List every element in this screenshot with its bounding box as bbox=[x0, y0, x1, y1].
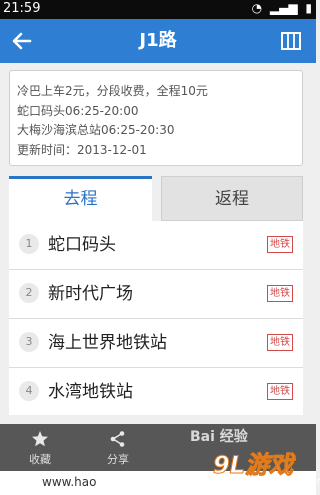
stop-row[interactable]: 3 海上世界地铁站 地铁 bbox=[9, 319, 303, 368]
status-time: 21:59 bbox=[3, 1, 41, 16]
wifi-icon: ◔ bbox=[251, 1, 263, 15]
direction-tabs: 去程 返程 bbox=[9, 176, 303, 221]
metro-badge: 地铁 bbox=[267, 383, 293, 400]
stop-name: 蛇口码头 bbox=[48, 235, 116, 255]
stop-list: 1 蛇口码头 地铁 2 新时代广场 地铁 3 海上世界地铁站 地铁 4 水湾地铁… bbox=[9, 221, 303, 415]
stop-number: 4 bbox=[19, 381, 39, 401]
stop-row[interactable]: 2 新时代广场 地铁 bbox=[9, 270, 303, 319]
status-icons: ◔ ▂▄▆ ▮ bbox=[248, 1, 312, 15]
signal-icon: ▂▄▆ bbox=[269, 1, 298, 15]
share-button[interactable]: 分享 bbox=[80, 424, 156, 471]
battery-icon: ▮ bbox=[305, 1, 312, 15]
stop-number: 1 bbox=[19, 234, 39, 254]
favorite-label: 收藏 bbox=[29, 453, 51, 466]
stop-row[interactable]: 4 水湾地铁站 地铁 bbox=[9, 368, 303, 415]
stop-name: 水湾地铁站 bbox=[48, 382, 133, 402]
footer-url: www.hao bbox=[42, 475, 97, 489]
app-bar: J1路 bbox=[0, 19, 316, 63]
update-time: 更新时间：2013-12-01 bbox=[17, 142, 147, 157]
tab-outbound[interactable]: 去程 bbox=[9, 176, 152, 221]
page-title: J1路 bbox=[139, 30, 177, 51]
baidu-jingyan-watermark: Bai 经验 bbox=[190, 429, 248, 445]
fare-info: 冷巴上车2元，分段收费，全程10元 bbox=[17, 84, 208, 98]
map-icon[interactable] bbox=[280, 30, 302, 52]
start-stop-hours: 蛇口码头06:25-20:00 bbox=[17, 103, 139, 118]
star-icon bbox=[32, 431, 48, 447]
share-label: 分享 bbox=[107, 453, 129, 466]
stop-name: 海上世界地铁站 bbox=[48, 333, 167, 353]
favorite-button[interactable]: 收藏 bbox=[0, 424, 80, 471]
stop-row[interactable]: 1 蛇口码头 地铁 bbox=[9, 221, 303, 270]
logo-url: 91danji.com bbox=[265, 476, 320, 487]
metro-badge: 地铁 bbox=[267, 334, 293, 351]
logo-text: 9L游戏 bbox=[213, 451, 294, 480]
metro-badge: 地铁 bbox=[267, 236, 293, 253]
stop-name: 新时代广场 bbox=[48, 284, 133, 304]
route-info-card: 冷巴上车2元，分段收费，全程10元 蛇口码头06:25-20:00 大梅沙海滨总… bbox=[9, 70, 303, 166]
end-stop-hours: 大梅沙海滨总站06:25-20:30 bbox=[17, 123, 175, 137]
tab-return[interactable]: 返程 bbox=[161, 176, 303, 221]
share-icon bbox=[110, 431, 125, 447]
metro-badge: 地铁 bbox=[267, 285, 293, 302]
stop-number: 3 bbox=[19, 332, 39, 352]
site-logo-watermark: 9L游戏 91danji.com bbox=[213, 445, 320, 493]
stop-number: 2 bbox=[19, 283, 39, 303]
status-bar: 21:59 ◔ ▂▄▆ ▮ bbox=[0, 0, 316, 19]
